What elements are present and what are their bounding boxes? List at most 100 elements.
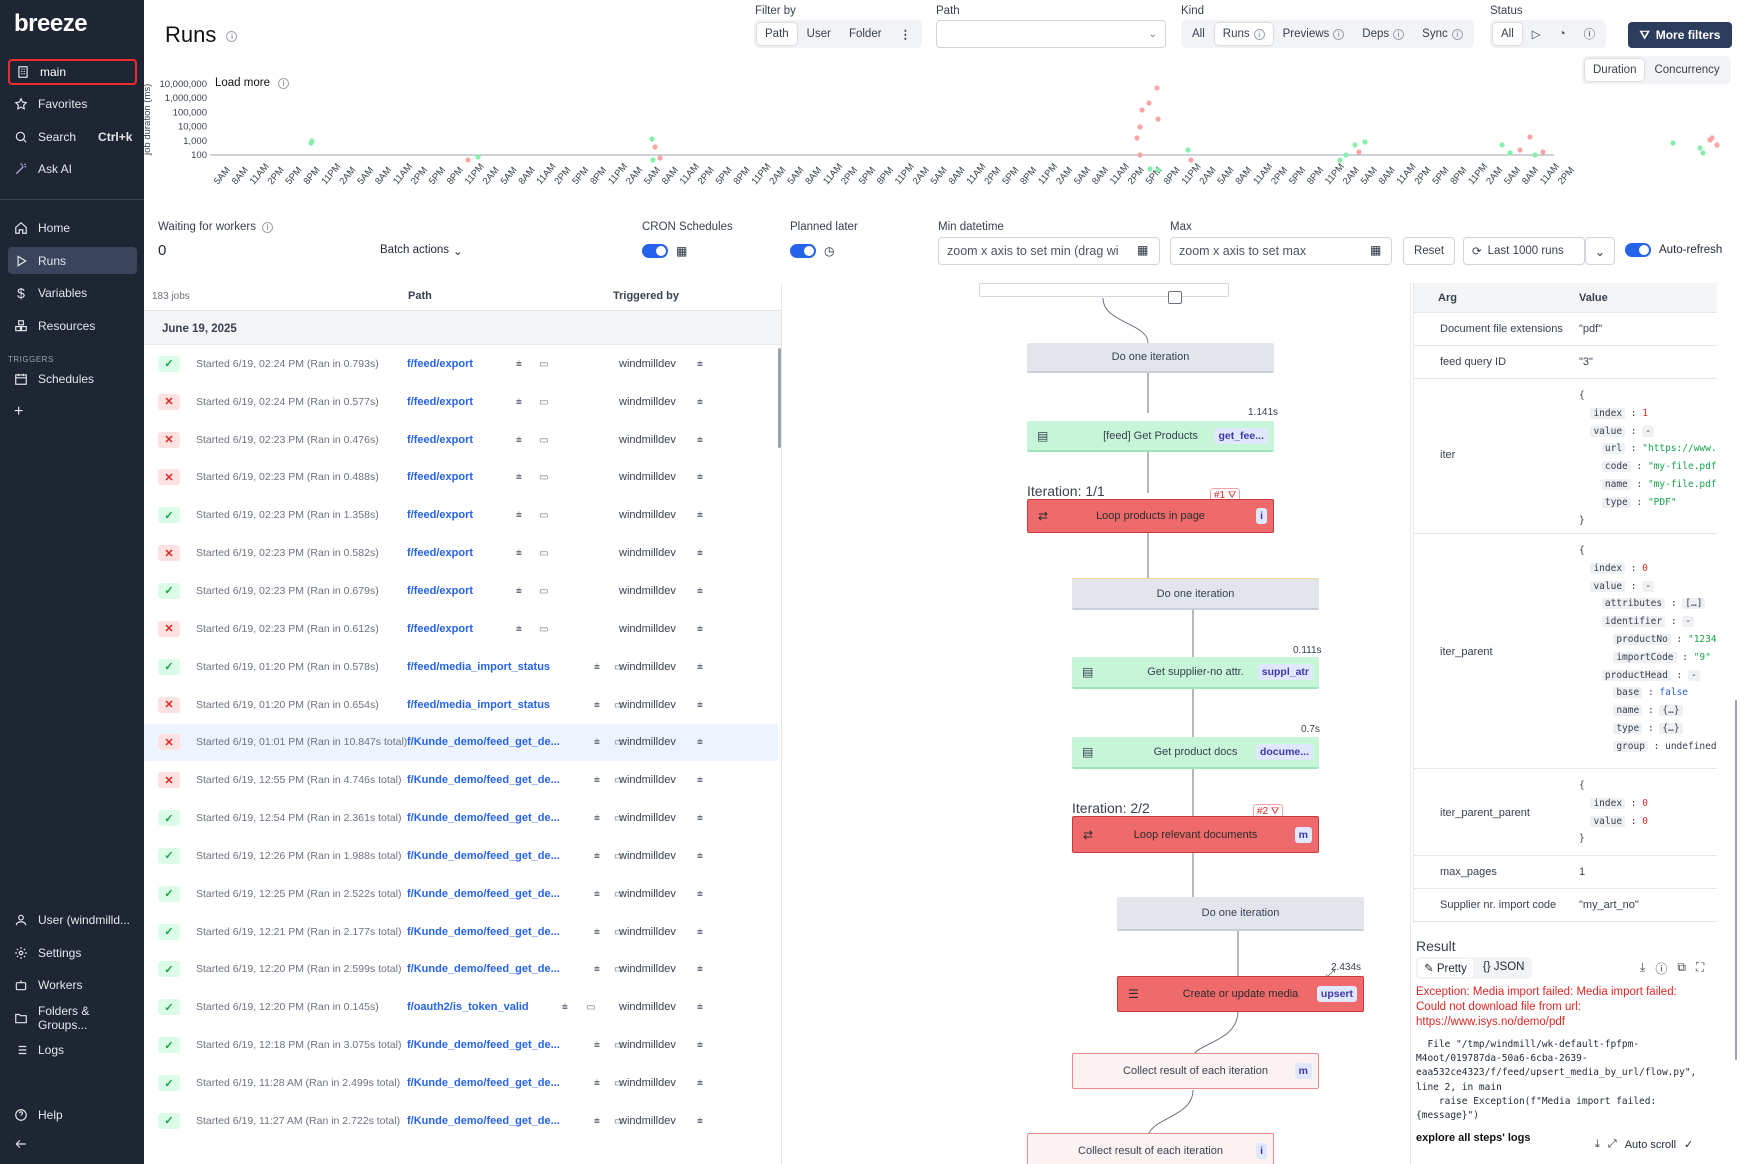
filter-icon[interactable]: ⩧	[697, 1040, 707, 1051]
success-point[interactable]	[1670, 140, 1676, 146]
failure-point[interactable]	[465, 157, 471, 163]
get-products-node[interactable]: ▤ [feed] Get Products get_fee...	[1027, 421, 1274, 452]
pretty-tab[interactable]: ✎ Pretty	[1418, 959, 1473, 977]
job-path-link[interactable]: f/feed/export	[407, 547, 473, 559]
filter-icon[interactable]: ⩧	[594, 889, 604, 900]
folder-icon[interactable]: ▭	[539, 359, 549, 370]
filter-icon[interactable]: ⩧	[697, 851, 707, 862]
batch-actions-dropdown[interactable]: Batch actions ⌄	[380, 244, 463, 258]
success-point[interactable]	[1343, 152, 1349, 158]
table-row[interactable]: ✓ Started 6/19, 12:25 PM (Ran in 2.522s t…	[144, 875, 778, 913]
failure-point[interactable]	[1154, 85, 1160, 91]
filter-icon[interactable]: ⩧	[697, 737, 707, 748]
job-path-link[interactable]: f/Kunde_demo/feed_get_de...	[407, 1115, 560, 1127]
job-path-link[interactable]: f/feed/export	[407, 396, 473, 408]
kind-deps[interactable]: Deps i	[1354, 23, 1412, 45]
table-row[interactable]: ✕ Started 6/19, 02:23 PM (Ran in 0.582s) f…	[144, 534, 778, 572]
failure-point[interactable]	[1137, 124, 1143, 130]
job-path-link[interactable]: f/Kunde_demo/feed_get_de...	[407, 963, 560, 975]
sidebar-item-workers[interactable]: Workers	[8, 971, 137, 998]
filter-icon[interactable]: ⩧	[594, 964, 604, 975]
json-tab[interactable]: {} JSON	[1477, 959, 1531, 977]
info-icon[interactable]: ⓘ	[1655, 960, 1667, 977]
cron-schedules-toggle[interactable]	[642, 244, 668, 258]
table-row[interactable]: ✓ Started 6/19, 12:20 PM (Ran in 2.599s t…	[144, 951, 778, 989]
filter-icon[interactable]: ⩧	[697, 1116, 707, 1127]
table-row[interactable]: ✕ Started 6/19, 02:23 PM (Ran in 0.612s) f…	[144, 610, 778, 648]
status-failure-icon[interactable]: ⓘ	[1576, 21, 1604, 47]
filter-icon[interactable]: ⩧	[516, 624, 526, 635]
success-point[interactable]	[1700, 150, 1706, 156]
do-one-iteration-node[interactable]: Do one iteration	[1027, 343, 1274, 373]
filter-icon[interactable]: ⩧	[516, 586, 526, 597]
failure-point[interactable]	[1517, 147, 1523, 153]
sidebar-item-favorites[interactable]: Favorites	[8, 90, 137, 117]
filter-icon[interactable]: ⩧	[697, 472, 707, 483]
sidebar-item-search[interactable]: Search Ctrl+k	[8, 123, 137, 150]
failure-point[interactable]	[1155, 116, 1161, 122]
table-row[interactable]: ✓ Started 6/19, 12:26 PM (Ran in 1.988s t…	[144, 837, 778, 875]
arg-value-json[interactable]: { index : 0 value : - attributes : […] i…	[1579, 542, 1717, 756]
collapse-sidebar-button[interactable]	[8, 1130, 137, 1157]
sidebar-item-settings[interactable]: Settings	[8, 939, 137, 966]
failure-point[interactable]	[1188, 157, 1194, 163]
auto-refresh-toggle[interactable]	[1625, 243, 1651, 257]
copy-icon[interactable]: ⧉	[1677, 960, 1686, 977]
success-point[interactable]	[1147, 166, 1153, 172]
failure-point[interactable]	[652, 144, 658, 150]
filter-icon[interactable]: ⩧	[697, 624, 707, 635]
info-icon[interactable]: i	[226, 30, 238, 42]
table-row[interactable]: ✕ Started 6/19, 01:20 PM (Ran in 0.654s) f…	[144, 686, 778, 724]
sidebar-item-ask-ai[interactable]: Ask AI	[8, 155, 137, 182]
job-path-link[interactable]: f/Kunde_demo/feed_get_de...	[407, 812, 560, 824]
folder-icon[interactable]: ▭	[539, 397, 549, 408]
get-supplier-node[interactable]: ▤ Get supplier-no attr. suppl_atr	[1072, 657, 1319, 689]
filter-icon[interactable]: ⩧	[594, 927, 604, 938]
arg-value-json[interactable]: { index : 0 value : 0 }	[1579, 777, 1648, 848]
add-trigger-button[interactable]: +	[8, 398, 137, 425]
loop-documents-node[interactable]: ⇄ Loop relevant documents m	[1072, 816, 1319, 853]
success-point[interactable]	[1532, 152, 1538, 158]
check-icon[interactable]: ✓	[1684, 1138, 1693, 1151]
success-point[interactable]	[475, 154, 481, 160]
job-path-link[interactable]: f/feed/export	[407, 623, 473, 635]
sidebar-item-resources[interactable]: Resources	[8, 312, 137, 339]
filter-icon[interactable]: ⩧	[516, 359, 526, 370]
filter-icon[interactable]: ⩧	[594, 851, 604, 862]
success-point[interactable]	[1697, 145, 1703, 151]
collapsed-node[interactable]	[979, 283, 1229, 297]
filter-icon[interactable]: ⩧	[516, 548, 526, 559]
job-path-link[interactable]: f/Kunde_demo/feed_get_de...	[407, 850, 560, 862]
last-runs-button[interactable]: ⟳ Last 1000 runs	[1463, 237, 1585, 265]
filter-icon[interactable]: ⩧	[697, 548, 707, 559]
failure-point[interactable]	[1709, 135, 1715, 141]
table-row[interactable]: ✓ Started 6/19, 01:20 PM (Ran in 0.578s) f…	[144, 648, 778, 686]
reset-button[interactable]: Reset	[1403, 237, 1455, 265]
calendar-icon[interactable]: ▦	[1370, 243, 1381, 257]
expand-icon[interactable]: ⤢	[1608, 1138, 1617, 1151]
sidebar-item-schedules[interactable]: Schedules	[8, 365, 137, 392]
table-row[interactable]: ✕ Started 6/19, 12:55 PM (Ran in 4.746s t…	[144, 761, 778, 799]
fullscreen-icon[interactable]: ⛶	[1696, 960, 1704, 977]
collect-results-node[interactable]: Collect result of each iteration i	[1027, 1133, 1274, 1164]
kebab-menu-icon[interactable]: ⋮	[892, 22, 920, 46]
failure-point[interactable]	[657, 155, 663, 161]
success-point[interactable]	[1362, 139, 1368, 145]
kind-all[interactable]: All	[1184, 23, 1213, 45]
filter-icon[interactable]: ⩧	[697, 397, 707, 408]
last-runs-dropdown[interactable]: ⌄	[1585, 237, 1615, 265]
filter-icon[interactable]: ⩧	[697, 813, 707, 824]
table-row[interactable]: ✕ Started 6/19, 02:23 PM (Ran in 0.476s) f…	[144, 421, 778, 459]
table-row[interactable]: ✓ Started 6/19, 11:27 AM (Ran in 2.722s t…	[144, 1102, 778, 1140]
filter-icon[interactable]: ⩧	[562, 1002, 572, 1013]
filter-icon[interactable]: ⩧	[697, 586, 707, 597]
max-datetime-input[interactable]: zoom x axis to set max	[1170, 237, 1392, 265]
failure-point[interactable]	[1356, 149, 1362, 155]
job-path-link[interactable]: f/Kunde_demo/feed_get_de...	[407, 774, 560, 786]
table-row[interactable]: ✓ Started 6/19, 12:18 PM (Ran in 3.075s t…	[144, 1026, 778, 1064]
failure-point[interactable]	[1134, 135, 1140, 141]
filter-by-path[interactable]: Path	[757, 23, 797, 45]
filter-icon[interactable]: ⩧	[697, 1002, 707, 1013]
filter-icon[interactable]: ⩧	[697, 1078, 707, 1089]
planned-later-toggle[interactable]	[790, 244, 816, 258]
